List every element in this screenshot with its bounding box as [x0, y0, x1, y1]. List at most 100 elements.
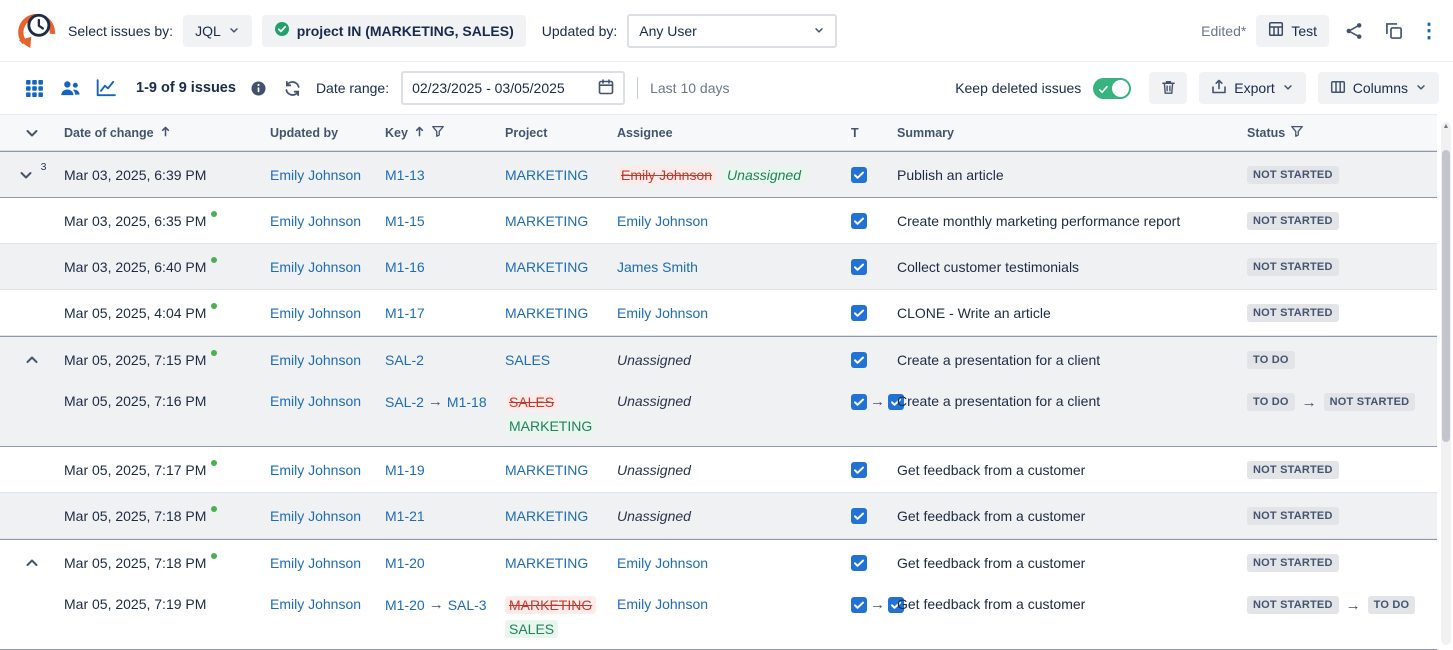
- updated-by-label: Updated by:: [542, 23, 618, 39]
- user-link[interactable]: Emily Johnson: [270, 462, 361, 478]
- user-link[interactable]: Emily Johnson: [270, 393, 361, 409]
- test-view-button[interactable]: Test: [1256, 15, 1329, 47]
- date-cell: Mar 05, 2025, 4:04 PM: [64, 305, 270, 321]
- people-view-icon[interactable]: [58, 76, 82, 100]
- assignee-link[interactable]: Emily Johnson: [617, 555, 708, 571]
- updated-by-cell: Emily Johnson: [270, 259, 385, 275]
- share-icon[interactable]: [1339, 16, 1369, 46]
- info-icon[interactable]: [248, 77, 270, 99]
- user-link[interactable]: Emily Johnson: [270, 555, 361, 571]
- col-label: T: [851, 126, 859, 140]
- jql-dropdown-button[interactable]: JQL: [183, 15, 252, 47]
- expand-group-icon[interactable]: [18, 167, 34, 183]
- key-link[interactable]: M1-16: [385, 259, 425, 275]
- collapse-group-icon[interactable]: [24, 555, 40, 571]
- expander-cell: [0, 493, 64, 538]
- project-cell: MARKETING: [505, 167, 617, 183]
- collapse-group-icon[interactable]: [24, 352, 40, 368]
- col-project[interactable]: Project: [505, 126, 617, 140]
- key-cell: M1-15: [385, 213, 505, 229]
- new-change-dot: [211, 506, 217, 512]
- copy-icon[interactable]: [1379, 16, 1409, 46]
- assignee-link[interactable]: Emily Johnson: [617, 213, 708, 229]
- col-type[interactable]: T: [851, 126, 897, 140]
- scroll-up-arrow[interactable]: ▲: [1441, 123, 1451, 130]
- key-link[interactable]: M1-13: [385, 167, 425, 183]
- key-link[interactable]: M1-19: [385, 462, 425, 478]
- kebab-menu-icon[interactable]: ⋮: [1419, 16, 1439, 46]
- date-cell: Mar 05, 2025, 7:17 PM: [64, 462, 270, 478]
- columns-button[interactable]: Columns: [1318, 72, 1439, 104]
- user-link[interactable]: Emily Johnson: [270, 167, 361, 183]
- assignee-cell: Emily Johnson: [617, 213, 851, 229]
- grid-view-icon[interactable]: [22, 76, 46, 100]
- project-link[interactable]: SALES: [505, 352, 550, 368]
- key-cell: SAL-2: [385, 352, 505, 368]
- user-link[interactable]: Emily Johnson: [270, 213, 361, 229]
- project-link[interactable]: MARKETING: [505, 462, 588, 478]
- project-link[interactable]: MARKETING: [505, 259, 588, 275]
- key-cell: M1-20→SAL-3: [385, 585, 505, 613]
- assignee-cell: Unassigned: [617, 508, 851, 524]
- user-link[interactable]: Emily Johnson: [270, 259, 361, 275]
- col-status[interactable]: Status: [1247, 124, 1437, 141]
- key-cell: M1-19: [385, 462, 505, 478]
- user-link[interactable]: Emily Johnson: [270, 352, 361, 368]
- keep-deleted-toggle[interactable]: [1093, 78, 1131, 99]
- date-cell: Mar 05, 2025, 7:18 PM: [64, 508, 270, 524]
- project-cell: MARKETING: [505, 213, 617, 229]
- summary-cell: Get feedback from a customer: [897, 508, 1247, 524]
- key-link[interactable]: SAL-2: [385, 352, 424, 368]
- key-link[interactable]: M1-20: [385, 555, 425, 571]
- user-link[interactable]: Emily Johnson: [270, 305, 361, 321]
- delete-button[interactable]: [1149, 72, 1187, 104]
- key-link[interactable]: M1-15: [385, 213, 425, 229]
- project-link[interactable]: MARKETING: [505, 555, 588, 571]
- task-type-icon: [851, 394, 867, 410]
- assignee-link[interactable]: James Smith: [617, 259, 698, 275]
- date-range-input[interactable]: 02/23/2025 - 03/05/2025: [401, 71, 625, 105]
- status-cell: NOT STARTED: [1247, 461, 1437, 479]
- user-link[interactable]: Emily Johnson: [270, 596, 361, 612]
- col-assignee[interactable]: Assignee: [617, 126, 851, 140]
- project-link[interactable]: MARKETING: [505, 305, 588, 321]
- jql-filter-chip[interactable]: project IN (MARKETING, SALES): [262, 15, 526, 47]
- updated-by-cell: Emily Johnson: [270, 352, 385, 368]
- change-date: Mar 05, 2025, 7:15 PM: [64, 352, 206, 368]
- key-link-old[interactable]: M1-20: [385, 597, 425, 613]
- col-date-of-change[interactable]: Date of change: [64, 125, 270, 141]
- project-link[interactable]: MARKETING: [505, 508, 588, 524]
- col-key[interactable]: Key: [385, 124, 505, 141]
- filter-icon[interactable]: [431, 124, 445, 141]
- export-button[interactable]: Export: [1199, 72, 1305, 104]
- assignee-link[interactable]: Emily Johnson: [617, 305, 708, 321]
- collapse-all-button[interactable]: [0, 125, 64, 141]
- expander-cell: [0, 447, 64, 492]
- chart-view-icon[interactable]: [94, 76, 118, 100]
- project-link[interactable]: MARKETING: [505, 167, 588, 183]
- col-updated-by[interactable]: Updated by: [270, 126, 385, 140]
- updated-by-cell: Emily Johnson: [270, 508, 385, 524]
- expander-cell: [0, 244, 64, 289]
- edited-label: Edited*: [1201, 23, 1246, 39]
- filter-icon[interactable]: [1290, 124, 1304, 141]
- refresh-icon[interactable]: [282, 77, 304, 99]
- vertical-scrollbar[interactable]: ▲: [1441, 122, 1451, 645]
- project-link[interactable]: MARKETING: [505, 213, 588, 229]
- status-badge-new: NOT STARTED: [1324, 393, 1416, 411]
- assignee-link[interactable]: Emily Johnson: [617, 596, 708, 612]
- assignee-cell: Emily Johnson: [617, 305, 851, 321]
- user-link[interactable]: Emily Johnson: [270, 508, 361, 524]
- key-link-old[interactable]: SAL-2: [385, 394, 424, 410]
- key-link[interactable]: M1-21: [385, 508, 425, 524]
- assignee-unassigned: Unassigned: [617, 352, 691, 368]
- key-link-new[interactable]: SAL-3: [448, 597, 487, 613]
- key-link-new[interactable]: M1-18: [447, 394, 487, 410]
- updated-by-select[interactable]: Any User: [627, 14, 837, 48]
- jql-dropdown-label: JQL: [195, 23, 221, 39]
- key-link[interactable]: M1-17: [385, 305, 425, 321]
- type-cell: [851, 213, 897, 229]
- status-cell: NOT STARTED: [1247, 554, 1437, 572]
- col-summary[interactable]: Summary: [897, 126, 1247, 140]
- scrollbar-thumb[interactable]: [1442, 150, 1450, 442]
